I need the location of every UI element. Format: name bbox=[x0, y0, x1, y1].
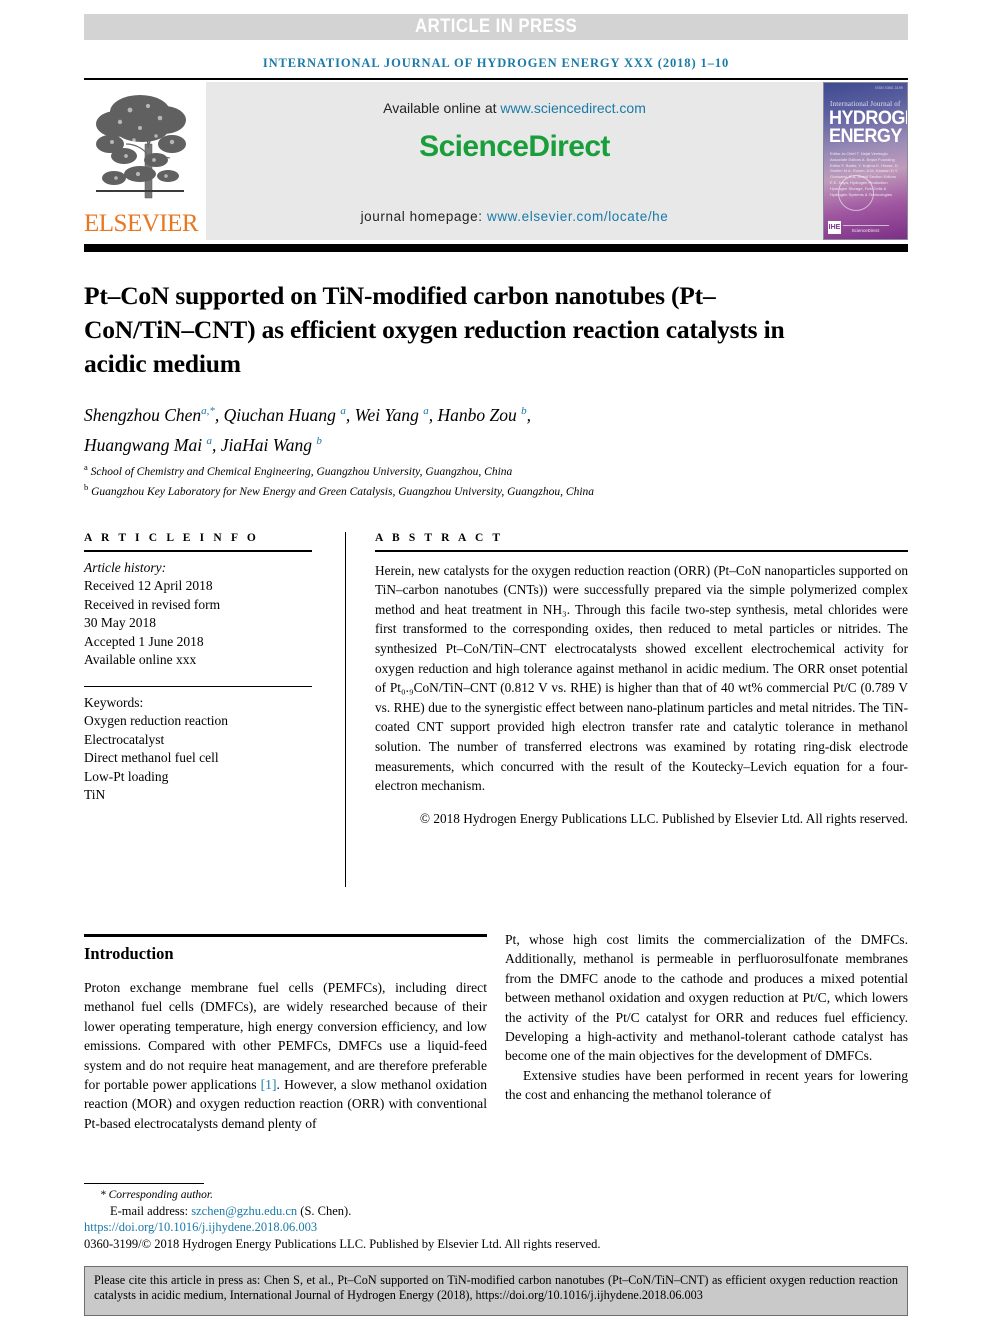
footnote-rule bbox=[84, 1183, 204, 1184]
keywords-label: Keywords: bbox=[84, 694, 144, 710]
elsevier-tree-icon bbox=[96, 95, 186, 199]
introduction-top-rule bbox=[84, 934, 487, 937]
email-link[interactable]: szchen@gzhu.edu.cn bbox=[191, 1204, 297, 1218]
reference-link-1[interactable]: [1] bbox=[261, 1077, 277, 1092]
keyword-item: Electrocatalyst bbox=[84, 731, 165, 747]
citation-notice-text: Please cite this article in press as: Ch… bbox=[94, 1273, 898, 1303]
keywords-block: Keywords: Oxygen reduction reaction Elec… bbox=[84, 687, 312, 805]
cover-kicker: International Journal of bbox=[830, 100, 901, 108]
keyword-item: Direct methanol fuel cell bbox=[84, 750, 219, 766]
author-affil-marker: a bbox=[340, 405, 346, 417]
keyword-item: Low-Pt loading bbox=[84, 768, 169, 784]
abstract-column: A B S T R A C T Herein, new catalysts fo… bbox=[375, 532, 908, 828]
masthead-top-rule bbox=[84, 78, 908, 80]
history-item: Accepted 1 June 2018 bbox=[84, 633, 204, 649]
sciencedirect-brand-text: ScienceDirect bbox=[419, 130, 610, 163]
keyword-item: Oxygen reduction reaction bbox=[84, 713, 228, 729]
info-abstract-divider bbox=[345, 532, 346, 887]
journal-running-head: INTERNATIONAL JOURNAL OF HYDROGEN ENERGY… bbox=[262, 56, 730, 70]
cover-title-line2: ENERGY bbox=[829, 126, 902, 147]
introduction-paragraph-right-2: Extensive studies have been performed in… bbox=[505, 1067, 908, 1103]
cover-issn: ISSN 0360-3199 bbox=[875, 86, 903, 90]
sciencedirect-banner: Available online at www.sciencedirect.co… bbox=[206, 82, 823, 240]
author-name: Hanbo Zou bbox=[437, 404, 517, 425]
cover-circle-graphic bbox=[838, 175, 874, 211]
affiliation-marker: b bbox=[84, 482, 89, 493]
author-name: Wei Yang bbox=[354, 404, 419, 425]
author-affil-marker: a,* bbox=[201, 405, 215, 417]
history-item: Received in revised form bbox=[84, 596, 221, 612]
corresponding-author-note: * Corresponding author. bbox=[100, 1189, 213, 1201]
author-affil-marker: b bbox=[521, 405, 527, 417]
affiliation-marker: a bbox=[84, 462, 88, 472]
journal-homepage-label: journal homepage: bbox=[360, 209, 483, 224]
introduction-paragraph-right-1: Pt, whose high cost limits the commercia… bbox=[505, 932, 908, 1064]
author-name: JiaHai Wang bbox=[220, 434, 312, 455]
body-column-right: Pt, whose high cost limits the commercia… bbox=[505, 930, 908, 1105]
article-in-press-label: ARTICLE IN PRESS bbox=[414, 16, 578, 37]
author-affil-marker: a bbox=[423, 405, 429, 417]
affiliation-list: a School of Chemistry and Chemical Engin… bbox=[84, 460, 884, 501]
introduction-paragraph-left: Proton exchange membrane fuel cells (PEM… bbox=[84, 978, 487, 1133]
masthead-bottom-heavy-rule bbox=[84, 244, 908, 252]
author-list: Shengzhou Chena,*, Qiuchan Huang a, Wei … bbox=[84, 404, 532, 455]
sciencedirect-wordmark: ScienceDirect bbox=[206, 130, 823, 164]
article-info-column: A R T I C L E I N F O Article history: R… bbox=[84, 532, 312, 805]
cover-footer-rule bbox=[842, 225, 889, 226]
body-column-left: Introduction Proton exchange membrane fu… bbox=[84, 944, 487, 1133]
article-history-block: Article history: Received 12 April 2018 … bbox=[84, 552, 312, 670]
cover-publisher-badge: IHE bbox=[828, 221, 841, 234]
journal-homepage-line: journal homepage: www.elsevier.com/locat… bbox=[206, 209, 823, 224]
affiliation-item: b Guangzhou Key Laboratory for New Energ… bbox=[84, 480, 884, 500]
email-line: E-mail address: szchen@gzhu.edu.cn (S. C… bbox=[84, 1203, 908, 1219]
elsevier-wordmark: ELSEVIER bbox=[84, 210, 199, 237]
journal-cover-thumbnail: ISSN 0360-3199 International Journal of … bbox=[823, 82, 908, 240]
journal-homepage-link[interactable]: www.elsevier.com/locate/he bbox=[487, 209, 668, 224]
abstract-text: Herein, new catalysts for the oxygen red… bbox=[375, 562, 908, 794]
page-footer: * Corresponding author. E-mail address: … bbox=[84, 1188, 908, 1253]
cover-footer-text: ScienceDirect bbox=[851, 228, 880, 233]
citation-notice-box: Please cite this article in press as: Ch… bbox=[84, 1266, 908, 1316]
doi-line[interactable]: https://doi.org/10.1016/j.ijhydene.2018.… bbox=[84, 1219, 908, 1236]
affiliation-text: Guangzhou Key Laboratory for New Energy … bbox=[91, 486, 595, 499]
author-affil-marker: a bbox=[206, 434, 213, 447]
author-name: Shengzhou Chen bbox=[84, 404, 202, 425]
issn-copyright-line: 0360-3199/© 2018 Hydrogen Energy Publica… bbox=[84, 1237, 601, 1251]
intro-text-part1: Proton exchange membrane fuel cells (PEM… bbox=[84, 980, 487, 1093]
article-info-heading: A R T I C L E I N F O bbox=[84, 532, 259, 544]
abstract-heading: A B S T R A C T bbox=[375, 532, 504, 544]
elsevier-logo: ELSEVIER bbox=[84, 82, 199, 240]
affiliation-item: a School of Chemistry and Chemical Engin… bbox=[84, 460, 884, 480]
history-item: 30 May 2018 bbox=[84, 615, 156, 631]
journal-masthead: ELSEVIER Available online at www.science… bbox=[84, 82, 908, 240]
available-online-line: Available online at www.sciencedirect.co… bbox=[206, 100, 823, 116]
introduction-heading: Introduction bbox=[84, 944, 174, 963]
available-online-label: Available online at bbox=[383, 100, 497, 116]
info-gap bbox=[84, 670, 312, 686]
sciencedirect-url-link[interactable]: www.sciencedirect.com bbox=[500, 100, 646, 116]
author-name: Qiuchan Huang bbox=[223, 404, 336, 425]
keyword-item: TiN bbox=[84, 787, 106, 803]
author-name: Huangwang Mai bbox=[84, 434, 203, 455]
history-item: Received 12 April 2018 bbox=[84, 578, 213, 594]
email-label: E-mail address: bbox=[110, 1204, 189, 1218]
page-title: Pt–CoN supported on TiN-modified carbon … bbox=[84, 281, 785, 379]
abstract-copyright: © 2018 Hydrogen Energy Publications LLC.… bbox=[419, 810, 908, 826]
history-item: Available online xxx bbox=[84, 652, 197, 668]
article-history-label: Article history: bbox=[84, 559, 167, 575]
doi-text[interactable]: https://doi.org/10.1016/j.ijhydene.2018.… bbox=[84, 1220, 317, 1234]
author-affil-marker: b bbox=[316, 434, 322, 447]
article-in-press-banner: ARTICLE IN PRESS bbox=[84, 14, 908, 40]
affiliation-text: School of Chemistry and Chemical Enginee… bbox=[90, 465, 513, 478]
email-owner: (S. Chen). bbox=[300, 1204, 352, 1218]
